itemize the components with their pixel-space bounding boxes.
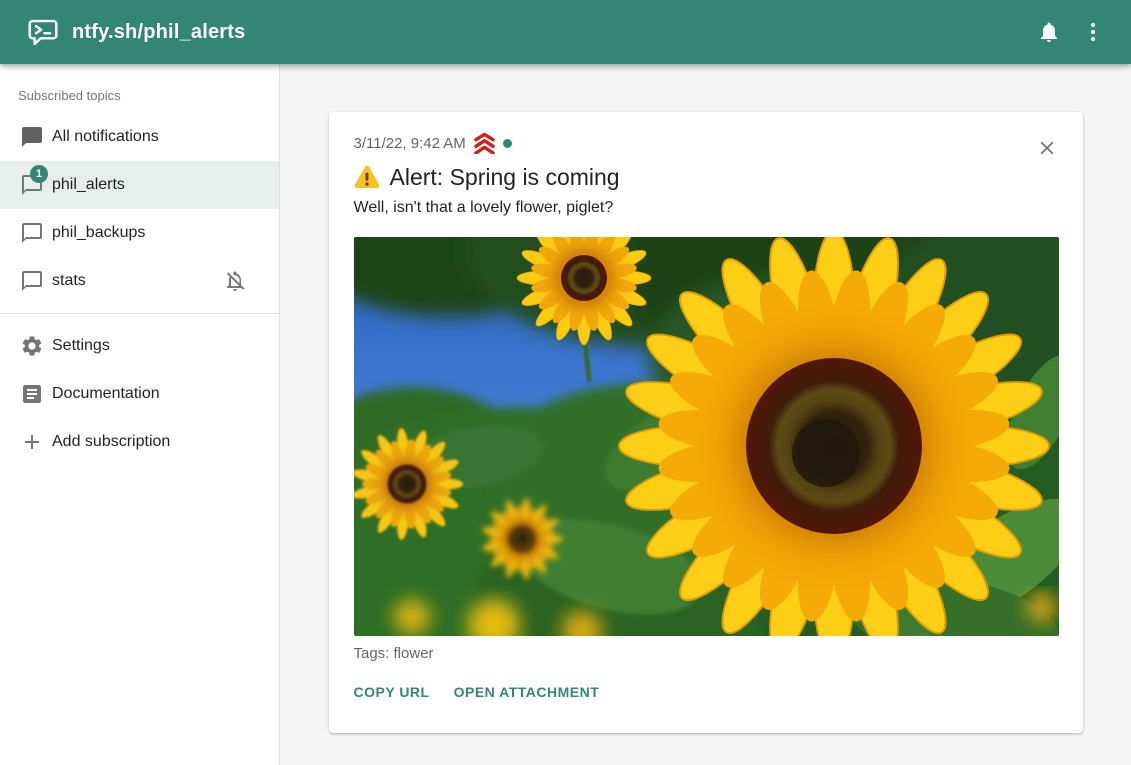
open-attachment-button[interactable]: OPEN ATTACHMENT [454,678,600,706]
notifications-bell-button[interactable] [1027,10,1071,54]
sidebar-item-label: All notifications [52,128,263,146]
sidebar-item-phil-backups[interactable]: phil_backups [0,209,279,257]
close-notification-button[interactable] [1029,130,1065,166]
copy-url-button[interactable]: COPY URL [354,678,430,706]
sidebar-item-phil-alerts[interactable]: 1 phil_alerts [0,161,279,209]
page-title: ntfy.sh/phil_alerts [72,21,245,44]
sidebar-item-stats[interactable]: stats [0,257,279,305]
chat-bubble-outline-icon [20,221,44,245]
attachment-image[interactable] [354,237,1059,636]
close-x-icon [1036,137,1058,159]
notifications-icon [1037,20,1061,44]
sidebar-divider [0,313,279,314]
notification-card: 3/11/22, 9:42 AM [329,112,1083,733]
chat-bubble-filled-icon [20,125,44,149]
sidebar-item-settings[interactable]: Settings [0,322,279,370]
warning-triangle-icon [354,165,380,189]
priority-max-icon [473,133,496,154]
notification-timestamp: 3/11/22, 9:42 AM [354,135,466,152]
notifications-off-icon [223,269,247,293]
article-icon [20,382,44,406]
notification-title-row: Alert: Spring is coming [354,162,1058,192]
sidebar-item-label: Add subscription [52,433,263,451]
unread-dot [503,139,512,148]
notification-tags: Tags: flower [354,645,1058,662]
sidebar-item-add-subscription[interactable]: Add subscription [0,418,279,466]
app-bar: ntfy.sh/phil_alerts [0,0,1131,64]
sidebar-item-label: Settings [52,337,263,355]
notification-actions: COPY URL OPEN ATTACHMENT [354,678,1058,706]
plus-icon [20,430,44,454]
ntfy-logo-icon [28,19,58,46]
sidebar-item-label: phil_backups [52,224,263,242]
notification-meta-row: 3/11/22, 9:42 AM [354,132,1058,154]
overflow-menu-button[interactable] [1071,10,1115,54]
sidebar-item-documentation[interactable]: Documentation [0,370,279,418]
notification-body: Well, isn't that a lovely flower, piglet… [354,197,1058,219]
notification-title: Alert: Spring is coming [390,162,620,192]
ntfy-app: ntfy.sh/phil_alerts Subscribed topics Al… [0,0,1131,765]
unread-count-badge: 1 [30,165,48,183]
kebab-menu-icon [1081,20,1105,44]
chat-bubble-outline-icon [20,269,44,293]
sidebar-item-label: phil_alerts [52,176,263,194]
subscribed-topics-label: Subscribed topics [0,74,279,113]
main-content: 3/11/22, 9:42 AM [280,64,1131,765]
sidebar-item-label: Documentation [52,385,263,403]
sidebar-item-all-notifications[interactable]: All notifications [0,113,279,161]
gear-icon [20,334,44,358]
sidebar: Subscribed topics All notifications 1 ph… [0,64,280,765]
